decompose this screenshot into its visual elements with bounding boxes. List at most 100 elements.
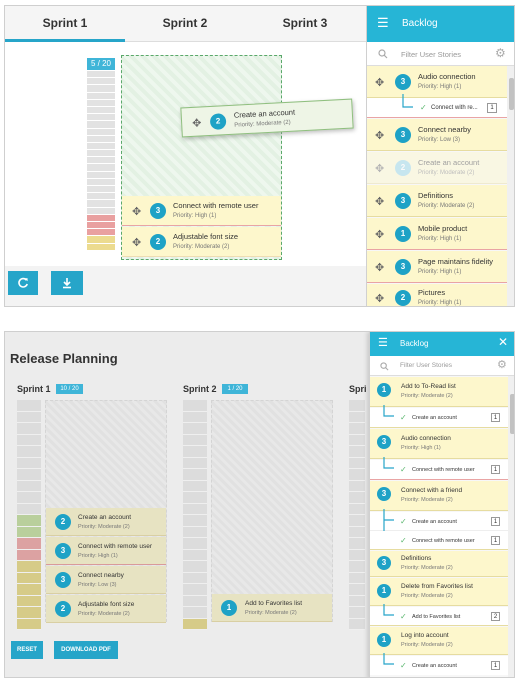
card-title: Create an account: [78, 514, 132, 521]
backlog-item[interactable]: 1 Delete from Favorites list Priority: M…: [370, 578, 508, 606]
item-priority: Priority: Moderate (2): [401, 497, 453, 503]
sprint-2-counter: 1 / 20: [222, 384, 248, 394]
sprint-2-label: Sprint 2: [183, 384, 217, 394]
drag-handle-icon[interactable]: ✥: [375, 228, 384, 241]
item-title: Mobile product: [418, 224, 468, 233]
refresh-button[interactable]: [8, 271, 38, 295]
sprint-card[interactable]: 3 Connect with remote user Priority: Hig…: [46, 537, 166, 565]
filter-input[interactable]: Filter User Stories: [400, 362, 452, 369]
item-priority: Priority: High (1): [418, 300, 462, 306]
dependency-count: 1: [491, 413, 500, 422]
close-icon[interactable]: ✕: [498, 335, 508, 349]
item-priority: Priority: Moderate (2): [401, 642, 453, 648]
filter-input[interactable]: Filter User Stories: [401, 50, 461, 59]
tab-sprint-1[interactable]: Sprint 1: [5, 6, 125, 42]
item-title: Page maintains fidelity: [418, 257, 494, 266]
story-points-badge: 1: [377, 633, 391, 647]
drag-handle-icon[interactable]: ✥: [375, 292, 384, 305]
sprint-card[interactable]: 1 Add to Favorites list Priority: Modera…: [212, 594, 332, 622]
backlog-item[interactable]: 3 Audio connection Priority: High (1): [370, 429, 508, 459]
check-icon: ✓: [420, 103, 427, 112]
hamburger-icon[interactable]: ☰: [378, 336, 388, 349]
backlog-scrollbar[interactable]: [507, 66, 514, 306]
gear-icon[interactable]: ⚙: [495, 46, 506, 60]
backlog-item[interactable]: 3 Connect with a friend Priority: Modera…: [370, 481, 508, 511]
scrollbar-thumb[interactable]: [510, 394, 514, 434]
backlog-item[interactable]: ✥ 3 Audio connection Priority: High (1): [367, 66, 507, 98]
backlog-item[interactable]: ✥ 2 Pictures Priority: High (1): [367, 284, 507, 306]
backlog-item[interactable]: 1 Log into account Priority: Moderate (2…: [370, 627, 508, 655]
drag-handle-icon[interactable]: ✥: [375, 76, 384, 89]
story-points-badge: 3: [377, 556, 391, 570]
story-points-badge: 1: [377, 584, 391, 598]
dependency-connector: [383, 604, 394, 616]
card-priority: Priority: High (1): [78, 553, 118, 559]
card-title: Add to Favorites list: [245, 600, 303, 607]
backlog-header: ☰ Backlog ✕: [370, 332, 514, 356]
drag-handle-icon[interactable]: ✥: [375, 162, 384, 175]
dependency-label: Create an account: [412, 519, 457, 525]
item-priority: Priority: Moderate (2): [401, 393, 453, 399]
drag-handle-icon[interactable]: ✥: [375, 261, 384, 274]
gear-icon[interactable]: ⚙: [497, 358, 507, 371]
backlog-title: Backlog: [402, 18, 438, 29]
card-title: Connect with remote user: [173, 201, 259, 210]
backlog-item[interactable]: 1 Add to To-Read list Priority: Moderate…: [370, 377, 508, 407]
sprint-card[interactable]: ✥ 3 Connect with remote user Priority: H…: [122, 196, 281, 226]
dependency-label: Create an account: [412, 415, 457, 421]
backlog-scrollbar[interactable]: [508, 376, 514, 677]
backlog-item-dragging[interactable]: ✥ 2 Create an account Priority: Moderate…: [367, 152, 507, 184]
top-screenshot: Sprint 1 Sprint 2 Sprint 3 5 / 20 ✥ 3 Co…: [4, 5, 515, 307]
item-priority: Priority: Low (3): [418, 137, 461, 143]
download-pdf-button[interactable]: DOWNLOAD PDF: [54, 641, 118, 659]
drag-handle-icon[interactable]: ✥: [375, 195, 384, 208]
story-points-badge: 2: [209, 113, 227, 130]
story-points-badge: 2: [55, 514, 71, 530]
download-button[interactable]: [51, 271, 83, 295]
backlog-item[interactable]: 3 Definitions Priority: Moderate (2): [370, 551, 508, 577]
backlog-item[interactable]: ✥ 3 Page maintains fidelity Priority: Hi…: [367, 251, 507, 283]
backlog-item[interactable]: ✥ 1 Mobile product Priority: High (1): [367, 218, 507, 250]
story-points-badge: 3: [150, 203, 166, 219]
dependency-connector: [383, 653, 394, 665]
dependency-label: Create an account: [412, 663, 457, 669]
item-priority: Priority: High (1): [401, 445, 441, 451]
story-points-badge: 3: [395, 127, 411, 143]
drag-handle-icon[interactable]: ✥: [375, 129, 384, 142]
tab-sprint-3[interactable]: Sprint 3: [245, 6, 365, 42]
story-points-badge: 3: [377, 487, 391, 501]
card-priority: Priority: Moderate (2): [78, 611, 130, 617]
sprint-tabbar: Sprint 1 Sprint 2 Sprint 3: [5, 6, 366, 42]
bottom-toolbar: [5, 266, 366, 306]
card-title: Connect nearby: [78, 572, 124, 579]
filter-bar: Filter User Stories ⚙: [370, 356, 514, 376]
item-title: Delete from Favorites list: [401, 583, 473, 590]
hamburger-icon[interactable]: ☰: [377, 15, 389, 31]
item-priority: Priority: Moderate (2): [418, 203, 475, 209]
tab-sprint-2[interactable]: Sprint 2: [125, 6, 245, 42]
drag-handle-icon[interactable]: ✥: [132, 205, 141, 218]
sprint-card[interactable]: 3 Connect nearby Priority: Low (3): [46, 566, 166, 594]
drag-handle-icon[interactable]: ✥: [192, 116, 202, 129]
story-points-badge: 2: [150, 234, 166, 250]
active-tab-indicator: [5, 39, 125, 42]
card-priority: Priority: Moderate (2): [234, 119, 291, 129]
search-icon: [378, 49, 388, 59]
dependency-label: Add to Favorites list: [412, 614, 461, 620]
sprint-card[interactable]: 2 Create an account Priority: Moderate (…: [46, 508, 166, 536]
reset-button[interactable]: RESET: [11, 641, 43, 659]
drag-handle-icon[interactable]: ✥: [132, 236, 141, 249]
backlog-header: ☰ Backlog: [367, 6, 514, 42]
sprint-card[interactable]: ✥ 2 Adjustable font size Priority: Moder…: [122, 227, 281, 257]
sprint-3-capacity-column: [349, 400, 365, 630]
scrollbar-thumb[interactable]: [509, 78, 514, 110]
sprint-2-drop-zone[interactable]: [211, 400, 333, 622]
item-priority: Priority: High (1): [418, 236, 462, 242]
dependency-row: ✓ Create an account 1: [370, 509, 508, 540]
item-title: Log into account: [401, 632, 449, 639]
backlog-item[interactable]: ✥ 3 Definitions Priority: Moderate (2): [367, 185, 507, 217]
sprint-card[interactable]: 2 Adjustable font size Priority: Moderat…: [46, 595, 166, 623]
backlog-item[interactable]: ✥ 3 Connect nearby Priority: Low (3): [367, 119, 507, 151]
download-icon: [63, 278, 71, 289]
bottom-screenshot: Release Planning Sprint 1 10 / 20 2 Crea…: [4, 331, 515, 678]
